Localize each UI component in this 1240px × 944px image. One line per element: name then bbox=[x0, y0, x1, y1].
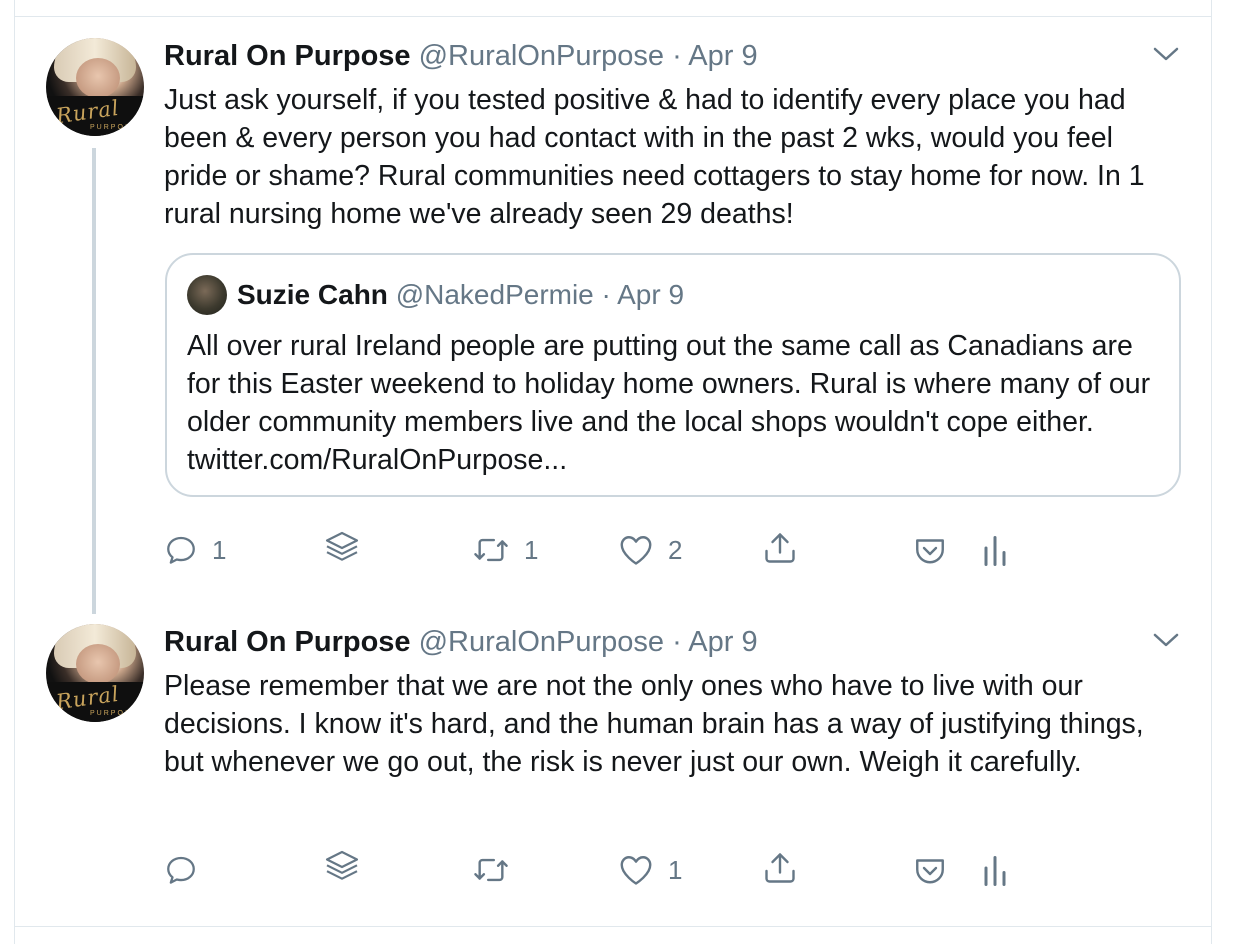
tweet-header: Rural On Purpose @RuralOnPurpose · Apr 9 bbox=[164, 626, 758, 659]
quoted-author-name: Suzie Cahn bbox=[237, 279, 388, 310]
pocket-icon bbox=[916, 539, 944, 564]
analytics-button[interactable] bbox=[980, 531, 1010, 571]
tweet-header: Rural On Purpose @RuralOnPurpose · Apr 9 bbox=[164, 40, 758, 73]
pocket-button[interactable] bbox=[912, 851, 948, 891]
reply-icon bbox=[167, 536, 195, 564]
tweet-date[interactable]: Apr 9 bbox=[688, 626, 757, 658]
share-icon bbox=[765, 853, 795, 883]
reply-count: 1 bbox=[212, 534, 227, 565]
layers-icon bbox=[325, 850, 359, 880]
retweet-button[interactable] bbox=[472, 850, 524, 890]
author-name[interactable]: Rural On Purpose bbox=[164, 40, 411, 72]
separator: · bbox=[672, 626, 682, 658]
share-button[interactable] bbox=[762, 848, 798, 888]
quoted-author-handle: @NakedPermie bbox=[395, 279, 594, 310]
avatar[interactable]: Rural PURPOSE bbox=[46, 624, 144, 722]
quoted-text: All over rural Ireland people are puttin… bbox=[187, 330, 1151, 476]
bottom-divider bbox=[14, 926, 1212, 927]
layers-icon bbox=[325, 531, 359, 561]
author-name[interactable]: Rural On Purpose bbox=[164, 626, 411, 658]
pocket-icon bbox=[916, 859, 944, 884]
like-button[interactable]: 2 bbox=[618, 530, 682, 570]
separator: · bbox=[601, 279, 611, 310]
like-count: 2 bbox=[668, 534, 683, 565]
reply-icon bbox=[167, 856, 195, 884]
retweet-button[interactable]: 1 bbox=[472, 530, 538, 570]
top-divider bbox=[14, 16, 1212, 17]
avatar-logo-subtext: PURPOSE bbox=[90, 710, 139, 717]
retweet-icon bbox=[474, 538, 508, 562]
analytics-icon bbox=[984, 536, 1006, 566]
quoted-avatar[interactable] bbox=[187, 275, 227, 315]
quoted-header: Suzie Cahn @NakedPermie · Apr 9 bbox=[237, 279, 684, 311]
tweet-text: Please remember that we are not the only… bbox=[164, 670, 1144, 778]
pocket-button[interactable] bbox=[912, 531, 948, 571]
layers-button[interactable] bbox=[322, 528, 362, 568]
reply-button[interactable] bbox=[164, 850, 212, 890]
analytics-icon bbox=[984, 856, 1006, 886]
like-icon bbox=[620, 856, 652, 885]
like-icon bbox=[620, 536, 652, 565]
reply-button[interactable]: 1 bbox=[164, 530, 226, 570]
chevron-down-icon[interactable] bbox=[1152, 630, 1180, 650]
retweet-count: 1 bbox=[524, 534, 539, 565]
analytics-button[interactable] bbox=[980, 851, 1010, 891]
share-button[interactable] bbox=[762, 528, 798, 568]
author-handle[interactable]: @RuralOnPurpose bbox=[419, 40, 664, 72]
tweet-date[interactable]: Apr 9 bbox=[688, 40, 757, 72]
tweet-text: Just ask yourself, if you tested positiv… bbox=[164, 84, 1145, 230]
chevron-down-icon[interactable] bbox=[1152, 44, 1180, 64]
avatar[interactable]: Rural PURPOSE bbox=[46, 38, 144, 136]
avatar-logo-subtext: PURPOSE bbox=[90, 124, 139, 131]
layers-button[interactable] bbox=[322, 847, 362, 887]
thread-connector bbox=[92, 148, 96, 614]
like-button[interactable]: 1 bbox=[618, 850, 682, 890]
author-handle[interactable]: @RuralOnPurpose bbox=[419, 626, 664, 658]
separator: · bbox=[672, 40, 682, 72]
retweet-icon bbox=[474, 858, 508, 882]
quoted-tweet[interactable]: Suzie Cahn @NakedPermie · Apr 9 All over… bbox=[165, 253, 1181, 497]
like-count: 1 bbox=[668, 854, 683, 885]
share-icon bbox=[765, 533, 795, 563]
quoted-date: Apr 9 bbox=[617, 279, 685, 310]
